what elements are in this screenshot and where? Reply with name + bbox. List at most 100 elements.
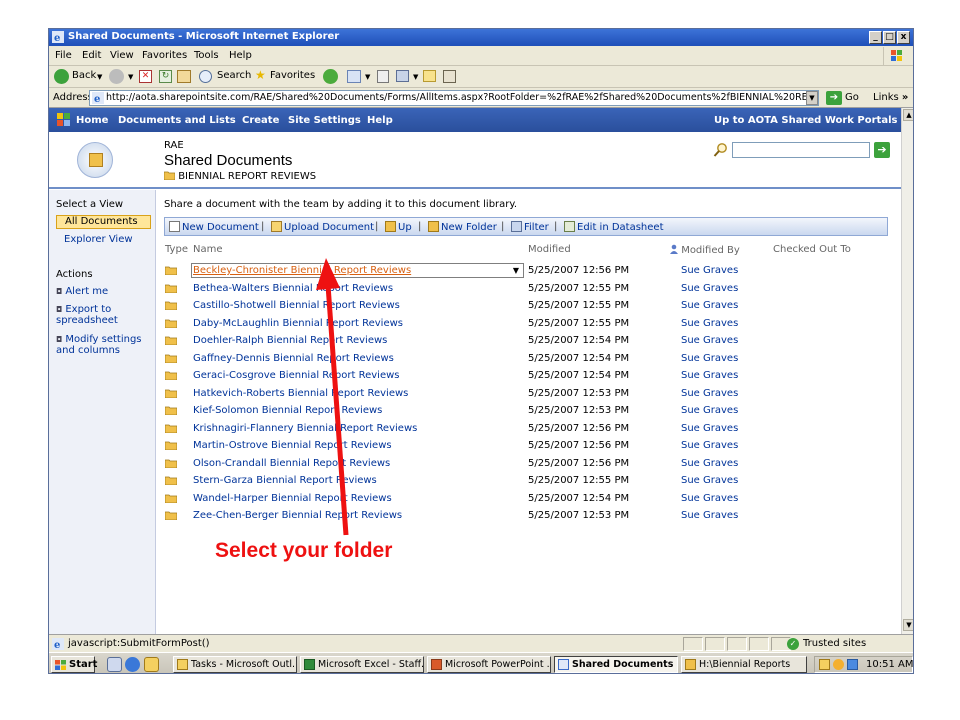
task-powerpoint[interactable]: Microsoft PowerPoint ... (427, 656, 551, 673)
folder-name-link[interactable]: Martin-Ostrove Biennial Report Reviews (193, 440, 392, 451)
folder-name-link[interactable]: Hatkevich-Roberts Biennial Report Review… (193, 388, 408, 399)
new-folder-button[interactable]: New Folder (428, 221, 497, 233)
modified-by-link[interactable]: Sue Graves (681, 493, 738, 504)
menu-edit[interactable]: Edit (82, 50, 101, 61)
table-row[interactable]: Wandel-Harper Biennial Report Reviews 5/2… (164, 490, 888, 508)
task-shared-documents[interactable]: Shared Documents ... (554, 656, 678, 673)
table-row[interactable]: Olson-Crandall Biennial Report Reviews 5/… (164, 455, 888, 473)
view-explorer[interactable]: Explorer View (56, 234, 151, 245)
menu-file[interactable]: File (55, 50, 72, 61)
modified-by-link[interactable]: Sue Graves (681, 510, 738, 521)
upload-document-button[interactable]: Upload Document (271, 221, 374, 233)
table-row[interactable]: Kief-Solomon Biennial Report Reviews 5/25… (164, 402, 888, 420)
edit-in-datasheet-button[interactable]: Edit in Datasheet (564, 221, 664, 233)
folder-name-link[interactable]: Stern-Garza Biennial Report Reviews (193, 475, 377, 486)
go-button-label[interactable]: Go (845, 92, 859, 103)
folder-name-link[interactable]: Daby-McLaughlin Biennial Report Reviews (193, 318, 403, 329)
nav-create[interactable]: Create (242, 115, 279, 126)
table-row[interactable]: Daby-McLaughlin Biennial Report Reviews 5… (164, 315, 888, 333)
item-menu-dropdown-icon[interactable]: ▼ (509, 264, 523, 277)
modified-by-link[interactable]: Sue Graves (681, 388, 738, 399)
table-row[interactable]: Martin-Ostrove Biennial Report Reviews 5/… (164, 437, 888, 455)
maximize-button[interactable]: □ (883, 31, 896, 44)
quicklaunch-outlook-icon[interactable] (144, 657, 159, 672)
back-arrow-icon[interactable] (54, 69, 69, 84)
folder-name-link[interactable]: Castillo-Shotwell Biennial Report Review… (193, 300, 400, 311)
modified-by-link[interactable]: Sue Graves (681, 423, 738, 434)
nav-up-to-portal[interactable]: Up to AOTA Shared Work Portals (714, 115, 897, 126)
view-all-documents[interactable]: All Documents (56, 215, 151, 229)
table-row[interactable]: Zee-Chen-Berger Biennial Report Reviews 5… (164, 507, 888, 525)
quicklaunch-ie-icon[interactable] (125, 657, 140, 672)
nav-home[interactable]: Home (76, 115, 108, 126)
modified-by-link[interactable]: Sue Graves (681, 335, 738, 346)
column-modified-by[interactable]: Modified By (670, 244, 740, 256)
up-button[interactable]: Up (385, 221, 412, 233)
clock[interactable]: 10:51 AM (866, 659, 913, 670)
forward-dropdown-icon[interactable]: ▼ (128, 73, 133, 81)
column-type[interactable]: Type (165, 244, 188, 255)
folder-name-link[interactable]: Wandel-Harper Biennial Report Reviews (193, 493, 392, 504)
start-button[interactable]: Start (51, 656, 97, 673)
scroll-up-icon[interactable]: ▲ (903, 109, 913, 121)
window-title-bar[interactable]: e Shared Documents - Microsoft Internet … (49, 29, 913, 46)
modified-by-link[interactable]: Sue Graves (681, 475, 738, 486)
table-row[interactable]: Doehler-Ralph Biennial Report Reviews 5/2… (164, 332, 888, 350)
nav-documents-and-lists[interactable]: Documents and Lists (118, 115, 236, 126)
table-row[interactable]: Krishnagiri-Flannery Biennial Report Rev… (164, 420, 888, 438)
folder-name-link[interactable]: Bethea-Walters Biennial Report Reviews (193, 283, 393, 294)
task-excel[interactable]: Microsoft Excel - Staff... (300, 656, 424, 673)
action-alert-me[interactable]: ◘ Alert me (56, 286, 154, 297)
address-input[interactable]: e http://aota.sharepointsite.com/RAE/Sha… (89, 90, 819, 106)
go-arrow-icon[interactable]: ➔ (826, 91, 842, 105)
tray-network-icon[interactable] (847, 659, 858, 670)
search-button-label[interactable]: Search (217, 70, 251, 81)
back-button-label[interactable]: Back (72, 70, 96, 81)
modified-by-link[interactable]: Sue Graves (681, 458, 738, 469)
table-row[interactable]: Hatkevich-Roberts Biennial Report Review… (164, 385, 888, 403)
modified-by-link[interactable]: Sue Graves (681, 440, 738, 451)
column-checked-out-to[interactable]: Checked Out To (773, 244, 851, 255)
table-row[interactable]: Beckley-Chronister Biennial Report Revie… (164, 262, 888, 280)
discuss-icon[interactable] (423, 70, 436, 82)
folder-name-link[interactable]: Kief-Solomon Biennial Report Reviews (193, 405, 382, 416)
search-go-button[interactable]: ➔ (874, 142, 890, 158)
nav-site-settings[interactable]: Site Settings (288, 115, 361, 126)
forward-arrow-icon[interactable] (109, 69, 124, 84)
folder-name-link[interactable]: Beckley-Chronister Biennial Report Revie… (193, 265, 411, 276)
filter-button[interactable]: Filter (511, 221, 549, 233)
links-button[interactable]: Links » (873, 92, 908, 103)
search-magnifier-icon[interactable] (199, 70, 212, 83)
tray-reminder-icon[interactable] (833, 659, 844, 670)
folder-name-link[interactable]: Olson-Crandall Biennial Report Reviews (193, 458, 390, 469)
task-biennial-reports[interactable]: H:\Biennial Reports (681, 656, 807, 673)
folder-name-link[interactable]: Zee-Chen-Berger Biennial Report Reviews (193, 510, 402, 521)
mail-dropdown-icon[interactable]: ▼ (365, 73, 370, 81)
modified-by-link[interactable]: Sue Graves (681, 405, 738, 416)
home-icon[interactable] (177, 70, 191, 83)
modified-by-link[interactable]: Sue Graves (681, 265, 738, 276)
modified-by-link[interactable]: Sue Graves (681, 370, 738, 381)
menu-favorites[interactable]: Favorites (142, 50, 187, 61)
breadcrumb-site[interactable]: RAE (164, 140, 184, 151)
address-dropdown-icon[interactable]: ▼ (806, 91, 818, 105)
new-document-button[interactable]: New Document (169, 221, 259, 233)
tray-mail-icon[interactable] (819, 659, 830, 670)
modified-by-link[interactable]: Sue Graves (681, 283, 738, 294)
folder-name-link[interactable]: Krishnagiri-Flannery Biennial Report Rev… (193, 423, 417, 434)
print-icon[interactable] (377, 70, 389, 83)
task-outlook[interactable]: Tasks - Microsoft Outl... (173, 656, 297, 673)
table-row[interactable]: Stern-Garza Biennial Report Reviews 5/25/… (164, 472, 888, 490)
menu-help[interactable]: Help (229, 50, 252, 61)
edit-icon[interactable] (396, 70, 409, 82)
back-dropdown-icon[interactable]: ▼ (97, 73, 102, 81)
stop-icon[interactable]: ✕ (139, 70, 152, 83)
folder-name-link[interactable]: Gaffney-Dennis Biennial Report Reviews (193, 353, 394, 364)
table-row[interactable]: Geraci-Cosgrove Biennial Report Reviews 5… (164, 367, 888, 385)
quicklaunch-desktop-icon[interactable] (107, 657, 122, 672)
research-icon[interactable] (443, 70, 456, 83)
menu-view[interactable]: View (110, 50, 134, 61)
edit-dropdown-icon[interactable]: ▼ (413, 73, 418, 81)
close-button[interactable]: x (897, 31, 910, 44)
modified-by-link[interactable]: Sue Graves (681, 353, 738, 364)
